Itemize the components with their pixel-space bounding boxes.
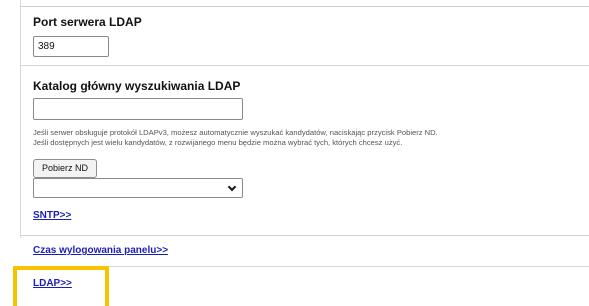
dn-candidates-select[interactable] — [33, 178, 243, 198]
settings-panel: Port serwera LDAP Katalog główny wyszuki… — [0, 0, 589, 306]
divider — [20, 235, 589, 236]
ldap-port-input[interactable] — [33, 36, 109, 57]
ldap-port-label: Port serwera LDAP — [33, 15, 142, 29]
fetch-dn-button[interactable]: Pobierz ND — [33, 159, 97, 178]
ldap-search-base-label: Katalog główny wyszukiwania LDAP — [33, 79, 241, 93]
fetch-dn-help-line-2: Jeśli dostępnych jest wielu kandydatów, … — [33, 137, 403, 147]
fetch-dn-help-line-1: Jeśli serwer obsługuje protokół LDAPv3, … — [33, 128, 438, 137]
ldap-search-base-input[interactable] — [33, 98, 243, 120]
panel-logout-time-link[interactable]: Czas wylogowania panelu>> — [33, 245, 168, 256]
section-top-border — [20, 6, 589, 7]
divider — [20, 65, 589, 66]
sntp-link[interactable]: SNTP>> — [33, 210, 71, 221]
chevron-down-icon — [227, 182, 237, 192]
section-left-border — [20, 0, 21, 238]
highlight-box — [13, 266, 109, 306]
